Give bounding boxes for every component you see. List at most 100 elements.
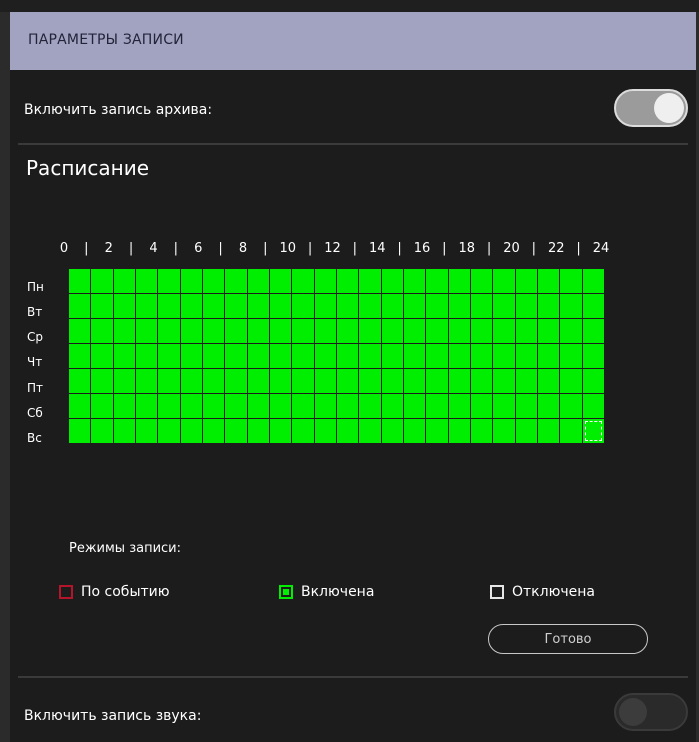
schedule-cell[interactable] — [203, 344, 225, 368]
schedule-cell[interactable] — [337, 269, 359, 293]
schedule-cell[interactable] — [247, 294, 269, 318]
schedule-cell[interactable] — [538, 294, 560, 318]
schedule-cell[interactable] — [113, 319, 135, 343]
schedule-cell[interactable] — [314, 344, 336, 368]
schedule-cell[interactable] — [515, 419, 537, 443]
schedule-cell[interactable] — [448, 294, 470, 318]
mode-on-checkbox[interactable] — [279, 585, 293, 599]
schedule-cell[interactable] — [448, 369, 470, 393]
schedule-cell[interactable] — [538, 269, 560, 293]
schedule-cell[interactable] — [493, 419, 515, 443]
schedule-cell[interactable] — [270, 419, 292, 443]
schedule-cell[interactable] — [560, 394, 582, 418]
schedule-cell[interactable] — [381, 344, 403, 368]
schedule-cell[interactable] — [560, 294, 582, 318]
schedule-cell[interactable] — [113, 269, 135, 293]
schedule-cell[interactable] — [426, 419, 448, 443]
schedule-grid[interactable] — [68, 268, 605, 444]
schedule-cell[interactable] — [404, 419, 426, 443]
schedule-cell[interactable] — [158, 294, 180, 318]
schedule-cell[interactable] — [270, 394, 292, 418]
schedule-cell[interactable] — [247, 394, 269, 418]
mode-event[interactable]: По событию — [59, 582, 170, 602]
schedule-cell[interactable] — [225, 394, 247, 418]
schedule-cell[interactable] — [426, 394, 448, 418]
schedule-cell[interactable] — [91, 294, 113, 318]
schedule-cell[interactable] — [225, 344, 247, 368]
schedule-cell[interactable] — [270, 269, 292, 293]
schedule-cell[interactable] — [180, 419, 202, 443]
schedule-cell[interactable] — [471, 419, 493, 443]
schedule-cell[interactable] — [426, 319, 448, 343]
schedule-cell[interactable] — [203, 419, 225, 443]
schedule-cell[interactable] — [404, 394, 426, 418]
done-button[interactable]: Готово — [488, 624, 648, 654]
schedule-cell[interactable] — [69, 269, 91, 293]
schedule-cell[interactable] — [337, 394, 359, 418]
schedule-cell[interactable] — [381, 269, 403, 293]
schedule-cell[interactable] — [426, 369, 448, 393]
schedule-cell[interactable] — [404, 369, 426, 393]
schedule-cell[interactable] — [448, 419, 470, 443]
schedule-cell[interactable] — [359, 394, 381, 418]
schedule-cell[interactable] — [292, 369, 314, 393]
schedule-cell[interactable] — [471, 294, 493, 318]
schedule-cell[interactable] — [292, 319, 314, 343]
schedule-cell[interactable] — [247, 344, 269, 368]
schedule-cell[interactable] — [69, 369, 91, 393]
schedule-cell[interactable] — [359, 344, 381, 368]
schedule-cell[interactable] — [515, 319, 537, 343]
schedule-cell[interactable] — [404, 269, 426, 293]
schedule-cell[interactable] — [404, 319, 426, 343]
mode-off-checkbox[interactable] — [490, 585, 504, 599]
schedule-cell[interactable] — [471, 319, 493, 343]
schedule-cell[interactable] — [158, 319, 180, 343]
schedule-cell[interactable] — [113, 344, 135, 368]
schedule-cell[interactable] — [69, 344, 91, 368]
schedule-cell[interactable] — [471, 344, 493, 368]
schedule-cell[interactable] — [426, 344, 448, 368]
schedule-cell[interactable] — [337, 344, 359, 368]
mode-event-checkbox[interactable] — [59, 585, 73, 599]
mode-off[interactable]: Отключена — [490, 582, 595, 602]
schedule-cell[interactable] — [158, 369, 180, 393]
schedule-cell[interactable] — [426, 294, 448, 318]
schedule-cell[interactable] — [136, 369, 158, 393]
schedule-cell[interactable] — [381, 394, 403, 418]
schedule-cell[interactable] — [113, 394, 135, 418]
schedule-cell[interactable] — [515, 294, 537, 318]
schedule-cell[interactable] — [69, 319, 91, 343]
schedule-cell[interactable] — [136, 319, 158, 343]
schedule-cell[interactable] — [448, 269, 470, 293]
schedule-cell[interactable] — [158, 419, 180, 443]
schedule-cell[interactable] — [560, 319, 582, 343]
schedule-cell[interactable] — [582, 319, 604, 343]
schedule-cell[interactable] — [158, 269, 180, 293]
schedule-cell[interactable] — [381, 369, 403, 393]
schedule-cell[interactable] — [426, 269, 448, 293]
schedule-cell[interactable] — [538, 419, 560, 443]
schedule-cell[interactable] — [314, 394, 336, 418]
schedule-cell[interactable] — [91, 369, 113, 393]
schedule-cell[interactable] — [515, 344, 537, 368]
schedule-cell[interactable] — [203, 294, 225, 318]
schedule-cell[interactable] — [582, 369, 604, 393]
schedule-cell[interactable] — [448, 394, 470, 418]
schedule-cell[interactable] — [314, 269, 336, 293]
schedule-cell[interactable] — [180, 344, 202, 368]
schedule-cell[interactable] — [471, 369, 493, 393]
schedule-cell[interactable] — [225, 319, 247, 343]
schedule-cell[interactable] — [292, 394, 314, 418]
schedule-cell[interactable] — [560, 269, 582, 293]
schedule-cell[interactable] — [359, 319, 381, 343]
schedule-cell[interactable] — [404, 294, 426, 318]
schedule-cell[interactable] — [203, 394, 225, 418]
schedule-cell[interactable] — [359, 369, 381, 393]
schedule-cell[interactable] — [493, 394, 515, 418]
schedule-cell[interactable] — [270, 319, 292, 343]
schedule-cell[interactable] — [582, 394, 604, 418]
schedule-cell[interactable] — [381, 319, 403, 343]
schedule-cell[interactable] — [560, 419, 582, 443]
schedule-cell[interactable] — [180, 319, 202, 343]
schedule-cell[interactable] — [69, 419, 91, 443]
